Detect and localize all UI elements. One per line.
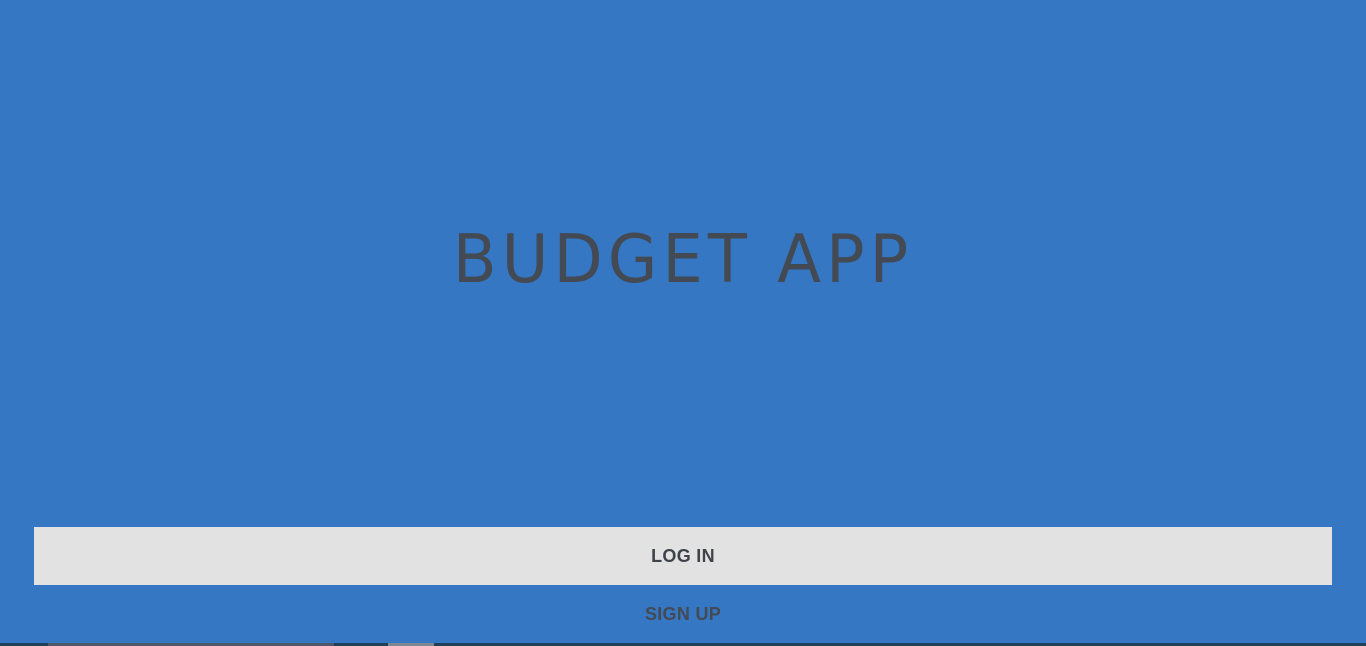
app-title: BUDGET APP [452,221,914,299]
login-button[interactable]: LOG IN [34,527,1332,585]
signup-link[interactable]: SIGN UP [0,602,1366,626]
